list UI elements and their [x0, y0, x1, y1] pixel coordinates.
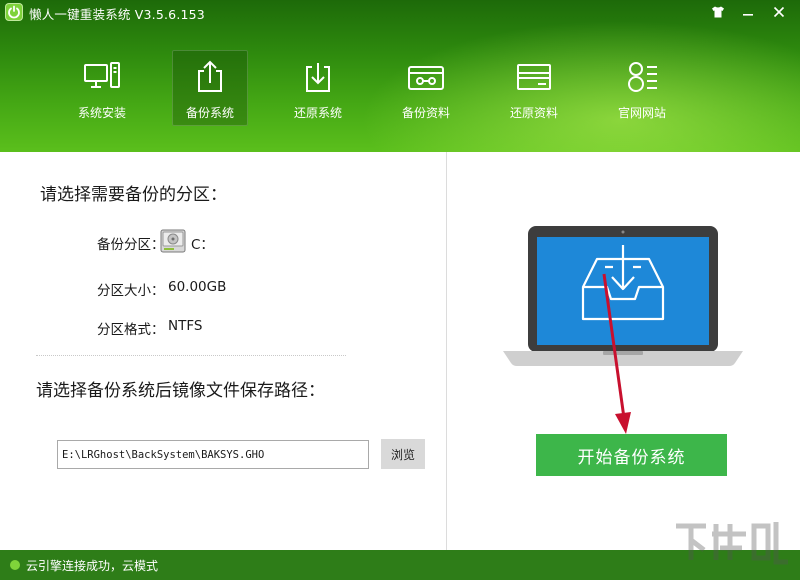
- close-icon: [773, 6, 785, 18]
- drive-icon: [407, 59, 445, 95]
- hard-drive-icon[interactable]: [160, 229, 186, 253]
- nav-item-restore-system[interactable]: 还原系统: [280, 50, 356, 126]
- app-title: 懒人一键重装系统 V3.5.6.153: [29, 7, 205, 22]
- nav-label: 备份资料: [401, 106, 450, 120]
- minimize-button[interactable]: [735, 2, 761, 22]
- upload-icon: [191, 59, 229, 95]
- minimize-icon: [742, 6, 754, 18]
- partition-heading: 请选择需要备份的分区：: [40, 185, 227, 205]
- nav-label: 系统安装: [77, 106, 126, 120]
- nav-item-official-site[interactable]: 官网网站: [604, 50, 680, 126]
- panel-divider: [446, 152, 447, 550]
- nav-label: 还原系统: [293, 106, 342, 120]
- card-icon: [515, 59, 553, 95]
- size-value: 60.00GB: [168, 279, 227, 295]
- save-path-input[interactable]: [57, 440, 369, 469]
- header: 懒人一键重装系统 V3.5.6.153 系统安装 备份系统 还原系统 备份资料 …: [0, 0, 800, 152]
- computer-icon: [83, 59, 121, 95]
- browse-button[interactable]: 浏览: [381, 439, 425, 469]
- nav-item-restore-data[interactable]: 还原资料: [496, 50, 572, 126]
- nav-item-backup-data[interactable]: 备份资料: [388, 50, 464, 126]
- title-bar: 懒人一键重装系统 V3.5.6.153: [0, 0, 800, 26]
- format-value: NTFS: [168, 318, 203, 334]
- app-logo-icon: [5, 3, 23, 21]
- size-label: 分区大小：: [97, 283, 165, 299]
- nav-label: 还原资料: [509, 106, 558, 120]
- app-window: 懒人一键重装系统 V3.5.6.153 系统安装 备份系统 还原系统 备份资料 …: [0, 0, 800, 580]
- download-icon: [299, 59, 337, 95]
- close-button[interactable]: [766, 2, 792, 22]
- skin-button[interactable]: [705, 2, 731, 22]
- cloud-status-icon: [10, 560, 20, 570]
- nav-item-system-install[interactable]: 系统安装: [64, 50, 140, 126]
- format-label: 分区格式：: [97, 322, 165, 338]
- user-list-icon: [623, 59, 661, 95]
- nav-label: 备份系统: [185, 106, 234, 120]
- status-text: 云引擎连接成功，云模式: [26, 559, 159, 573]
- start-backup-button[interactable]: 开始备份系统: [536, 434, 727, 476]
- shirt-icon: [711, 6, 725, 18]
- path-heading: 请选择备份系统后镜像文件保存路径：: [36, 381, 325, 401]
- partition-label: 备份分区：: [97, 237, 165, 253]
- divider: [36, 355, 346, 356]
- laptop-backup-illustration: [503, 225, 743, 367]
- nav-item-backup-system[interactable]: 备份系统: [172, 50, 248, 126]
- nav-label: 官网网站: [617, 106, 666, 120]
- partition-value: C：: [191, 237, 214, 253]
- watermark-logo: [672, 512, 792, 576]
